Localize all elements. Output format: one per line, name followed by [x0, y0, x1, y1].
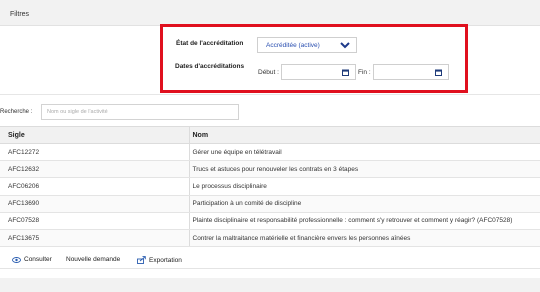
accreditation-status-value: Accréditée (active)	[266, 42, 320, 49]
search-label: Recherche :	[0, 109, 33, 115]
accreditation-dates-label: Dates d'accréditations	[175, 63, 245, 70]
cell-nom: Trucs et astuces pour renouveler les con…	[188, 160, 540, 179]
cell-sigle: AFC07528	[0, 212, 189, 230]
table-row[interactable]: AFC12632 Trucs et astuces pour renouvele…	[0, 160, 540, 179]
table-header-row: Sigle Nom	[0, 126, 540, 144]
consult-button[interactable]: Consulter	[12, 256, 52, 263]
activities-table: Sigle Nom AFC12272 Gérer une équipe en t…	[0, 126, 540, 248]
export-button[interactable]: Exportation	[137, 256, 182, 264]
column-header-sigle[interactable]: Sigle	[0, 126, 189, 144]
calendar-icon[interactable]	[342, 69, 349, 76]
new-request-button[interactable]: Nouvelle demande	[66, 256, 120, 263]
calendar-icon[interactable]	[435, 69, 442, 76]
cell-sigle: AFC13690	[0, 195, 189, 213]
cell-nom: Participation à un comité de discipline	[188, 195, 540, 213]
table-row[interactable]: AFC07528 Plainte disciplinaire et respon…	[0, 212, 540, 230]
chevron-down-icon	[340, 42, 350, 49]
export-icon	[137, 256, 146, 264]
cell-nom: Gérer une équipe en télétravail	[188, 143, 540, 162]
cell-nom: Contrer la maltraitance matérielle et fi…	[188, 229, 540, 248]
filter-panel: État de l'accréditation Accréditée (acti…	[160, 24, 468, 93]
search-input[interactable]	[41, 104, 239, 120]
actions-toolbar: Consulter Nouvelle demande Exportation	[0, 251, 540, 269]
cell-nom: Plainte disciplinaire et responsabilité …	[188, 212, 540, 230]
accreditation-status-select[interactable]: Accréditée (active)	[257, 37, 357, 53]
cell-sigle: AFC13675	[0, 229, 189, 248]
accreditation-status-label: État de l'accréditation	[176, 40, 244, 47]
start-date-label: Début :	[258, 69, 279, 76]
eye-icon	[12, 256, 21, 263]
export-button-label: Exportation	[149, 256, 182, 264]
table-row[interactable]: AFC06206 Le processus disciplinaire	[0, 177, 540, 196]
filters-header-label: Filtres	[10, 11, 30, 18]
section-divider	[0, 94, 540, 95]
cell-sigle: AFC12632	[0, 160, 189, 179]
footer-bar	[0, 278, 540, 292]
table-row[interactable]: AFC13675 Contrer la maltraitance matérie…	[0, 229, 540, 248]
cell-nom: Le processus disciplinaire	[188, 177, 540, 196]
consult-button-label: Consulter	[24, 256, 52, 263]
start-date-input[interactable]	[281, 64, 356, 80]
filters-header[interactable]: Filtres	[0, 0, 540, 26]
cell-sigle: AFC12272	[0, 143, 189, 162]
table-row[interactable]: AFC12272 Gérer une équipe en télétravail	[0, 143, 540, 162]
end-date-label: Fin :	[358, 69, 371, 76]
end-date-input[interactable]	[373, 64, 449, 80]
cell-sigle: AFC06206	[0, 177, 189, 196]
table-row[interactable]: AFC13690 Participation à un comité de di…	[0, 195, 540, 213]
column-header-nom[interactable]: Nom	[188, 126, 540, 144]
new-request-button-label: Nouvelle demande	[66, 256, 121, 263]
